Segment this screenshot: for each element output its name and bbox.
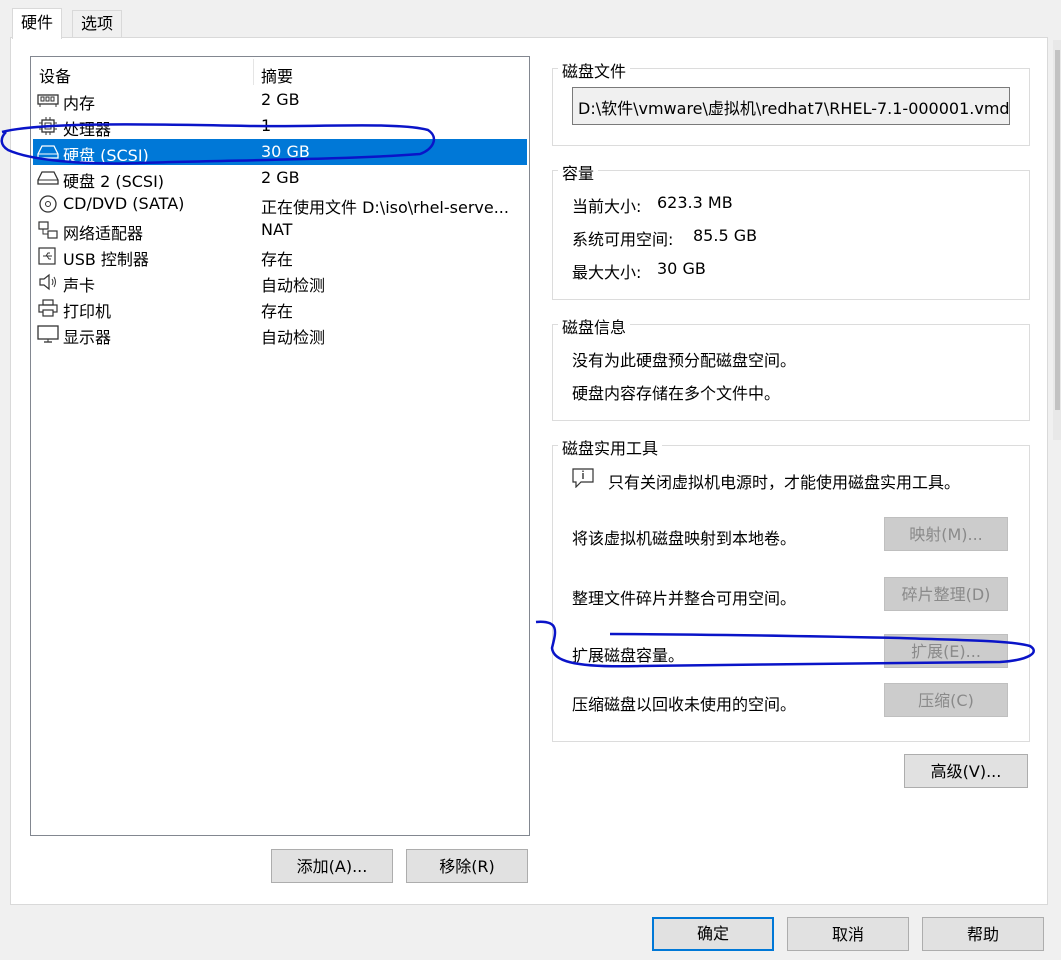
current-size-label: 当前大小: [572, 197, 642, 216]
utilities-notice: 只有关闭虚拟机电源时，才能使用磁盘实用工具。 [608, 473, 961, 492]
cancel-button[interactable]: 取消 [787, 917, 909, 951]
add-device-button[interactable]: 添加(A)... [271, 849, 393, 883]
tab-options[interactable]: 选项 [72, 10, 123, 37]
device-summary: 存在 [261, 302, 294, 321]
device-name: USB 控制器 [63, 250, 149, 269]
device-name: 内存 [63, 94, 96, 113]
device-name: 硬盘 (SCSI) [63, 146, 149, 165]
device-name: 硬盘 2 (SCSI) [63, 172, 165, 191]
column-separator[interactable] [253, 59, 254, 85]
free-space-value: 85.5 GB [693, 226, 758, 245]
column-header-summary[interactable]: 摘要 [261, 63, 293, 87]
max-size-label: 最大大小: [572, 263, 642, 282]
device-name: 网络适配器 [63, 224, 144, 243]
device-summary: 自动检测 [261, 328, 326, 347]
disk-file-path: D:\软件\vmware\虚拟机\redhat7\RHEL-7.1-000001… [578, 99, 1010, 118]
device-summary: 2 GB [261, 90, 300, 109]
usb-icon [37, 247, 59, 265]
device-summary: 2 GB [261, 168, 300, 187]
disk-info-line-1: 没有为此硬盘预分配磁盘空间。 [572, 351, 797, 370]
disk-info-line-2: 硬盘内容存储在多个文件中。 [572, 384, 781, 403]
max-size-value: 30 GB [657, 259, 706, 278]
display-icon [37, 325, 59, 343]
disk-info-group [552, 324, 1030, 421]
device-row-memory[interactable]: 内存 2 GB [33, 87, 527, 113]
hard-disk-icon [37, 169, 59, 187]
ok-button[interactable]: 确定 [652, 917, 774, 951]
device-row-cd-dvd[interactable]: CD/DVD (SATA) 正在使用文件 D:\iso\rhel-serve..… [33, 191, 527, 217]
tab-hardware[interactable]: 硬件 [12, 8, 63, 39]
device-name: 显示器 [63, 328, 112, 347]
defragment-button[interactable]: 碎片整理(D) [884, 577, 1008, 611]
device-name: 声卡 [63, 276, 96, 295]
disk-file-title: 磁盘文件 [558, 58, 631, 82]
device-row-printer[interactable]: 打印机 存在 [33, 295, 527, 321]
expand-button[interactable]: 扩展(E)... [884, 634, 1008, 668]
map-button[interactable]: 映射(M)... [884, 517, 1008, 551]
device-summary: NAT [261, 220, 293, 239]
defrag-description: 整理文件碎片并整合可用空间。 [572, 589, 797, 608]
sound-card-icon [37, 273, 59, 291]
map-description: 将该虚拟机磁盘映射到本地卷。 [572, 529, 797, 548]
device-row-network-adapter[interactable]: 网络适配器 NAT [33, 217, 527, 243]
capacity-title: 容量 [558, 160, 599, 184]
compact-button[interactable]: 压缩(C) [884, 683, 1008, 717]
cd-dvd-icon [37, 195, 59, 213]
free-space-label: 系统可用空间: [572, 230, 674, 249]
device-row-hard-disk-scsi[interactable]: 硬盘 (SCSI) 30 GB [33, 139, 527, 165]
scrollbar-thumb[interactable] [1055, 50, 1060, 410]
remove-device-button[interactable]: 移除(R) [406, 849, 528, 883]
current-size-value: 623.3 MB [657, 193, 733, 212]
compact-description: 压缩磁盘以回收未使用的空间。 [572, 695, 797, 714]
device-row-display[interactable]: 显示器 自动检测 [33, 321, 527, 347]
expand-description: 扩展磁盘容量。 [572, 646, 685, 665]
device-name: 处理器 [63, 120, 112, 139]
device-name: 打印机 [63, 302, 112, 321]
device-summary: 自动检测 [261, 276, 326, 295]
printer-icon [37, 299, 59, 317]
device-summary: 1 [261, 116, 272, 135]
device-summary: 正在使用文件 D:\iso\rhel-serve... [261, 198, 509, 217]
device-name: CD/DVD (SATA) [63, 194, 185, 213]
device-list-header: 设备 摘要 [31, 57, 529, 87]
disk-utilities-title: 磁盘实用工具 [558, 435, 663, 459]
device-summary: 存在 [261, 250, 294, 269]
column-header-device[interactable]: 设备 [39, 63, 71, 87]
device-row-sound-card[interactable]: 声卡 自动检测 [33, 269, 527, 295]
device-row-processor[interactable]: 处理器 1 [33, 113, 527, 139]
processor-icon [37, 117, 59, 135]
disk-info-title: 磁盘信息 [558, 314, 631, 338]
device-row-hard-disk-2[interactable]: 硬盘 2 (SCSI) 2 GB [33, 165, 527, 191]
help-button[interactable]: 帮助 [922, 917, 1044, 951]
info-icon [572, 468, 594, 489]
memory-icon [37, 91, 59, 109]
advanced-button[interactable]: 高级(V)... [904, 754, 1028, 788]
hard-disk-icon [37, 143, 59, 161]
device-summary: 30 GB [261, 142, 310, 161]
network-adapter-icon [37, 221, 59, 239]
device-row-usb-controller[interactable]: USB 控制器 存在 [33, 243, 527, 269]
device-list[interactable]: 设备 摘要 内存 2 GB 处理器 1 硬盘 (SCSI) 30 GB 硬盘 2… [30, 56, 530, 836]
disk-file-path-field[interactable]: D:\软件\vmware\虚拟机\redhat7\RHEL-7.1-000001… [572, 87, 1010, 125]
